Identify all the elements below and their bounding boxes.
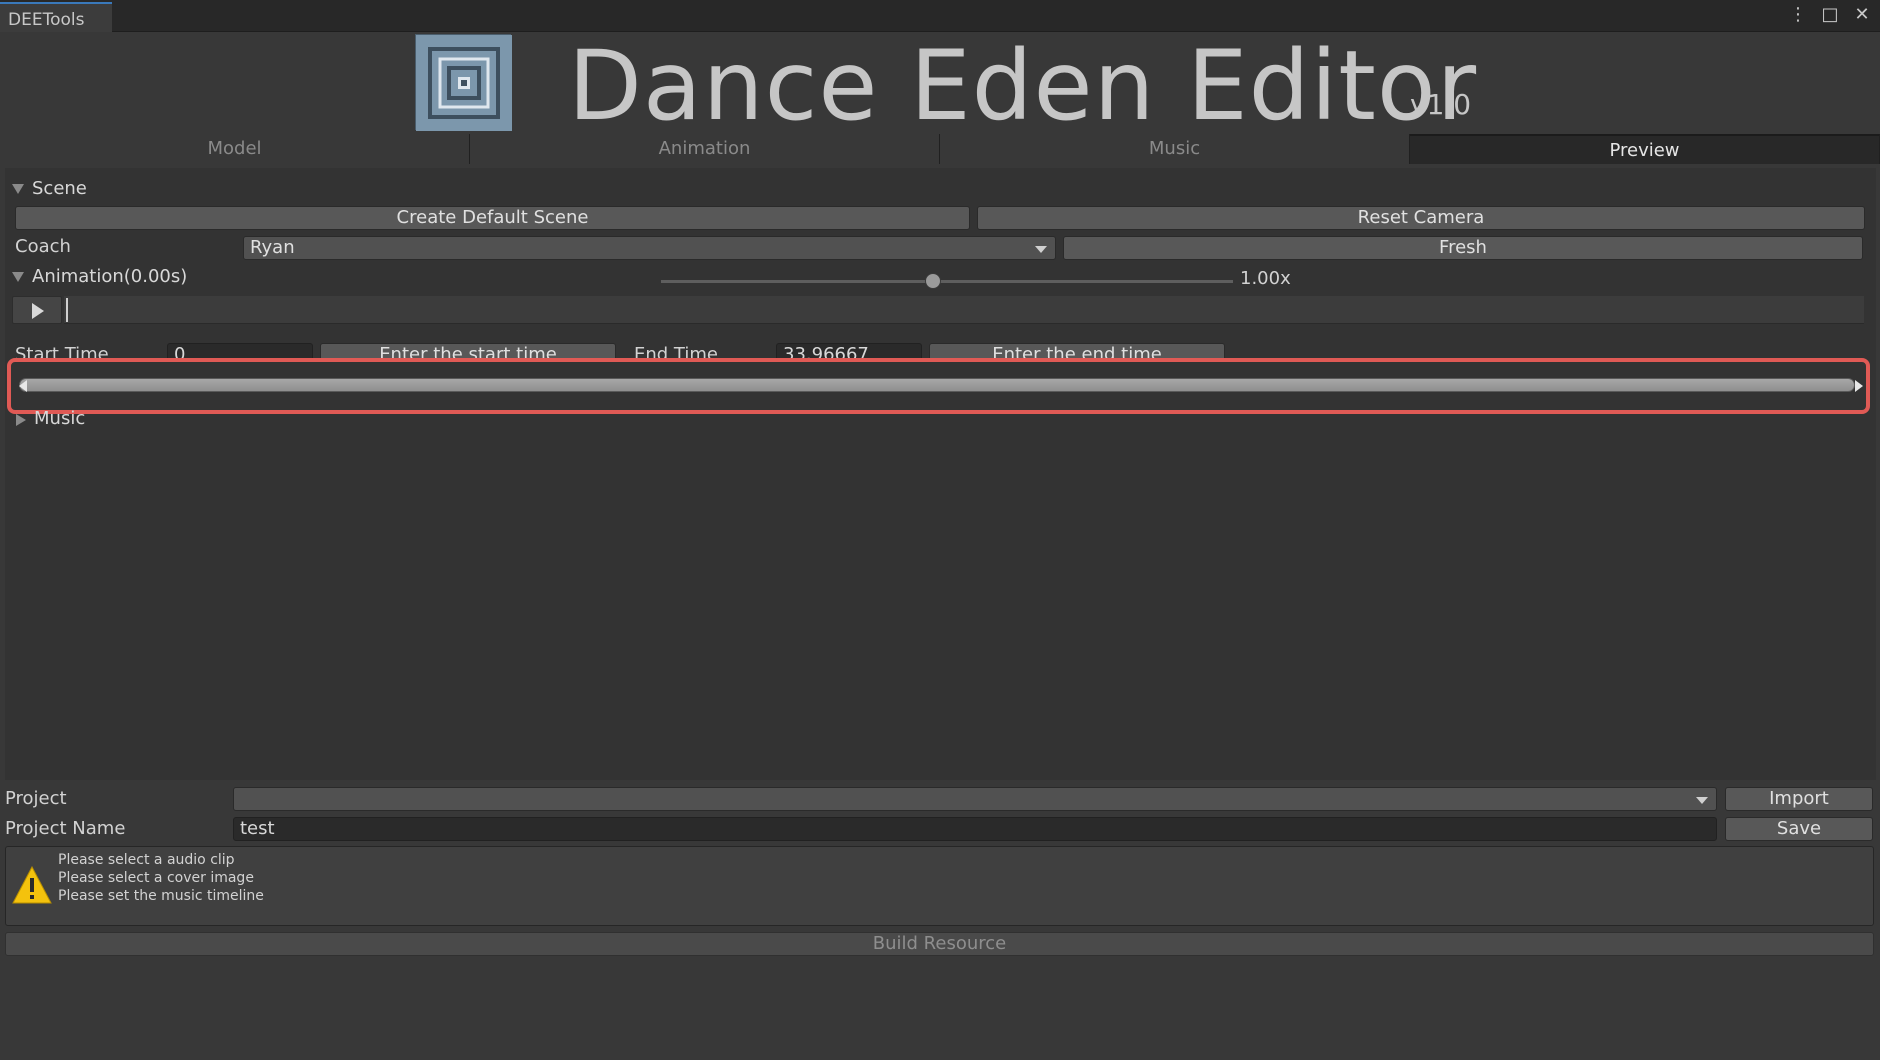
play-icon — [32, 303, 44, 319]
maximize-icon[interactable]: □ — [1820, 4, 1840, 26]
foldout-expanded-icon — [12, 271, 24, 282]
project-name-field[interactable]: test — [233, 817, 1717, 841]
scene-header: Scene — [32, 178, 87, 199]
animation-foldout[interactable]: Animation(0.00s) — [12, 266, 187, 287]
fresh-button[interactable]: Fresh — [1063, 236, 1863, 260]
app-version: v1.0 — [1410, 88, 1472, 121]
speed-slider-knob[interactable] — [925, 273, 941, 289]
warning-messages: Please select a audio clip Please select… — [58, 851, 264, 905]
range-end-handle[interactable] — [1855, 380, 1863, 392]
tab-animation[interactable]: Animation — [470, 134, 940, 164]
animation-header: Animation(0.00s) — [32, 266, 188, 287]
build-resource-button[interactable]: Build Resource — [5, 932, 1874, 956]
animation-timeline-row — [12, 296, 1864, 326]
chevron-down-icon — [1696, 797, 1708, 804]
more-options-icon[interactable]: ⋮ — [1788, 4, 1808, 26]
time-range-slider[interactable] — [19, 378, 1855, 392]
speed-slider-track[interactable] — [661, 280, 1233, 283]
scene-foldout[interactable]: Scene — [12, 178, 87, 199]
create-default-scene-button[interactable]: Create Default Scene — [15, 206, 970, 230]
range-start-handle[interactable] — [19, 380, 27, 392]
play-button[interactable] — [12, 296, 62, 324]
window-tab[interactable]: DEETools — [0, 2, 112, 32]
warning-helpbox: Please select a audio clip Please select… — [5, 846, 1874, 926]
save-button[interactable]: Save — [1725, 817, 1873, 841]
music-header: Music — [34, 410, 86, 426]
speed-value: 1.00x — [1240, 268, 1291, 289]
playhead-cursor[interactable] — [66, 298, 68, 322]
project-dropdown[interactable] — [233, 787, 1717, 811]
warning-line: Please set the music timeline — [58, 888, 264, 904]
project-name-label: Project Name — [5, 818, 126, 839]
tab-music[interactable]: Music — [940, 134, 1410, 164]
tab-preview[interactable]: Preview — [1410, 134, 1880, 164]
app-header: Dance Eden Editor v1.0 — [0, 32, 1880, 136]
foldout-collapsed-icon — [16, 414, 26, 426]
reset-camera-button[interactable]: Reset Camera — [977, 206, 1865, 230]
app-title: Dance Eden Editor — [568, 30, 1478, 142]
coach-value: Ryan — [250, 237, 295, 258]
maze-logo-icon — [415, 34, 512, 131]
foldout-expanded-icon — [12, 183, 24, 194]
project-label: Project — [5, 788, 67, 809]
coach-dropdown[interactable]: Ryan — [243, 236, 1056, 260]
coach-label: Coach — [15, 236, 71, 257]
warning-icon — [12, 865, 52, 904]
animation-timeline[interactable] — [64, 296, 1864, 324]
window-controls: ⋮ □ ✕ — [1788, 4, 1872, 26]
close-icon[interactable]: ✕ — [1852, 4, 1872, 26]
tab-model[interactable]: Model — [0, 134, 470, 164]
time-range-slider-highlight — [7, 358, 1870, 414]
time-range-row: Start Time 0 Enter the start time End Ti… — [0, 340, 1880, 360]
window-titlebar: DEETools ⋮ □ ✕ — [0, 0, 1880, 32]
warning-line: Please select a cover image — [58, 870, 254, 886]
chevron-down-icon — [1035, 246, 1047, 253]
import-button[interactable]: Import — [1725, 787, 1873, 811]
window-tab-label: DEETools — [8, 10, 85, 30]
warning-line: Please select a audio clip — [58, 852, 235, 868]
main-tabs: Model Animation Music Preview — [0, 134, 1880, 164]
music-foldout[interactable]: Music — [12, 410, 85, 426]
